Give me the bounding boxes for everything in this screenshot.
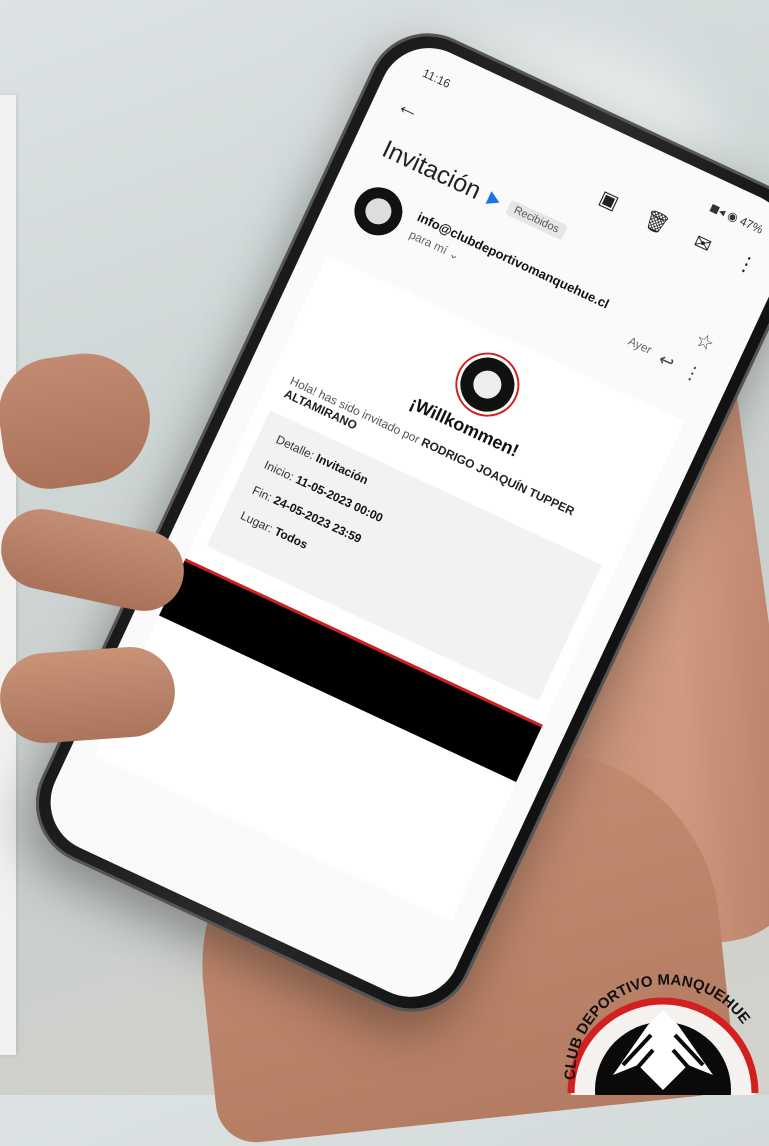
importance-marker-icon bbox=[485, 190, 503, 209]
lugar-value: Todos bbox=[272, 524, 310, 552]
lugar-label: Lugar: bbox=[238, 508, 276, 536]
reply-icon[interactable]: ↩ bbox=[655, 349, 677, 374]
archive-icon[interactable]: ▣ bbox=[595, 185, 623, 216]
chevron-down-icon: ⌄ bbox=[446, 245, 462, 263]
left-thumb bbox=[0, 345, 159, 495]
star-icon[interactable]: ☆ bbox=[691, 327, 718, 357]
club-crest-logo bbox=[447, 344, 528, 425]
detalle-label: Detalle: bbox=[273, 432, 317, 463]
mail-icon[interactable]: ✉ bbox=[690, 229, 716, 259]
club-manquehue-logo: CLUB DEPORTIVO MANQUEHUE bbox=[562, 971, 759, 1095]
more-vert-icon[interactable]: ⋮ bbox=[732, 249, 761, 280]
status-time: 11:16 bbox=[420, 65, 453, 91]
back-arrow-icon[interactable]: ← bbox=[392, 91, 425, 127]
delete-icon[interactable]: 🗑 bbox=[640, 206, 674, 239]
status-system-icons: ◼◂ ◉ 47% bbox=[707, 199, 766, 237]
message-more-icon[interactable]: ⋮ bbox=[680, 360, 705, 387]
inbox-label-badge[interactable]: Recibidos bbox=[504, 199, 569, 240]
middle-finger bbox=[0, 644, 178, 746]
inicio-label: Inicio: bbox=[262, 457, 297, 484]
fin-label: Fin: bbox=[250, 483, 275, 505]
sender-avatar bbox=[346, 179, 411, 244]
email-date: Ayer bbox=[625, 333, 655, 357]
detalle-value: Invitación bbox=[313, 450, 371, 488]
